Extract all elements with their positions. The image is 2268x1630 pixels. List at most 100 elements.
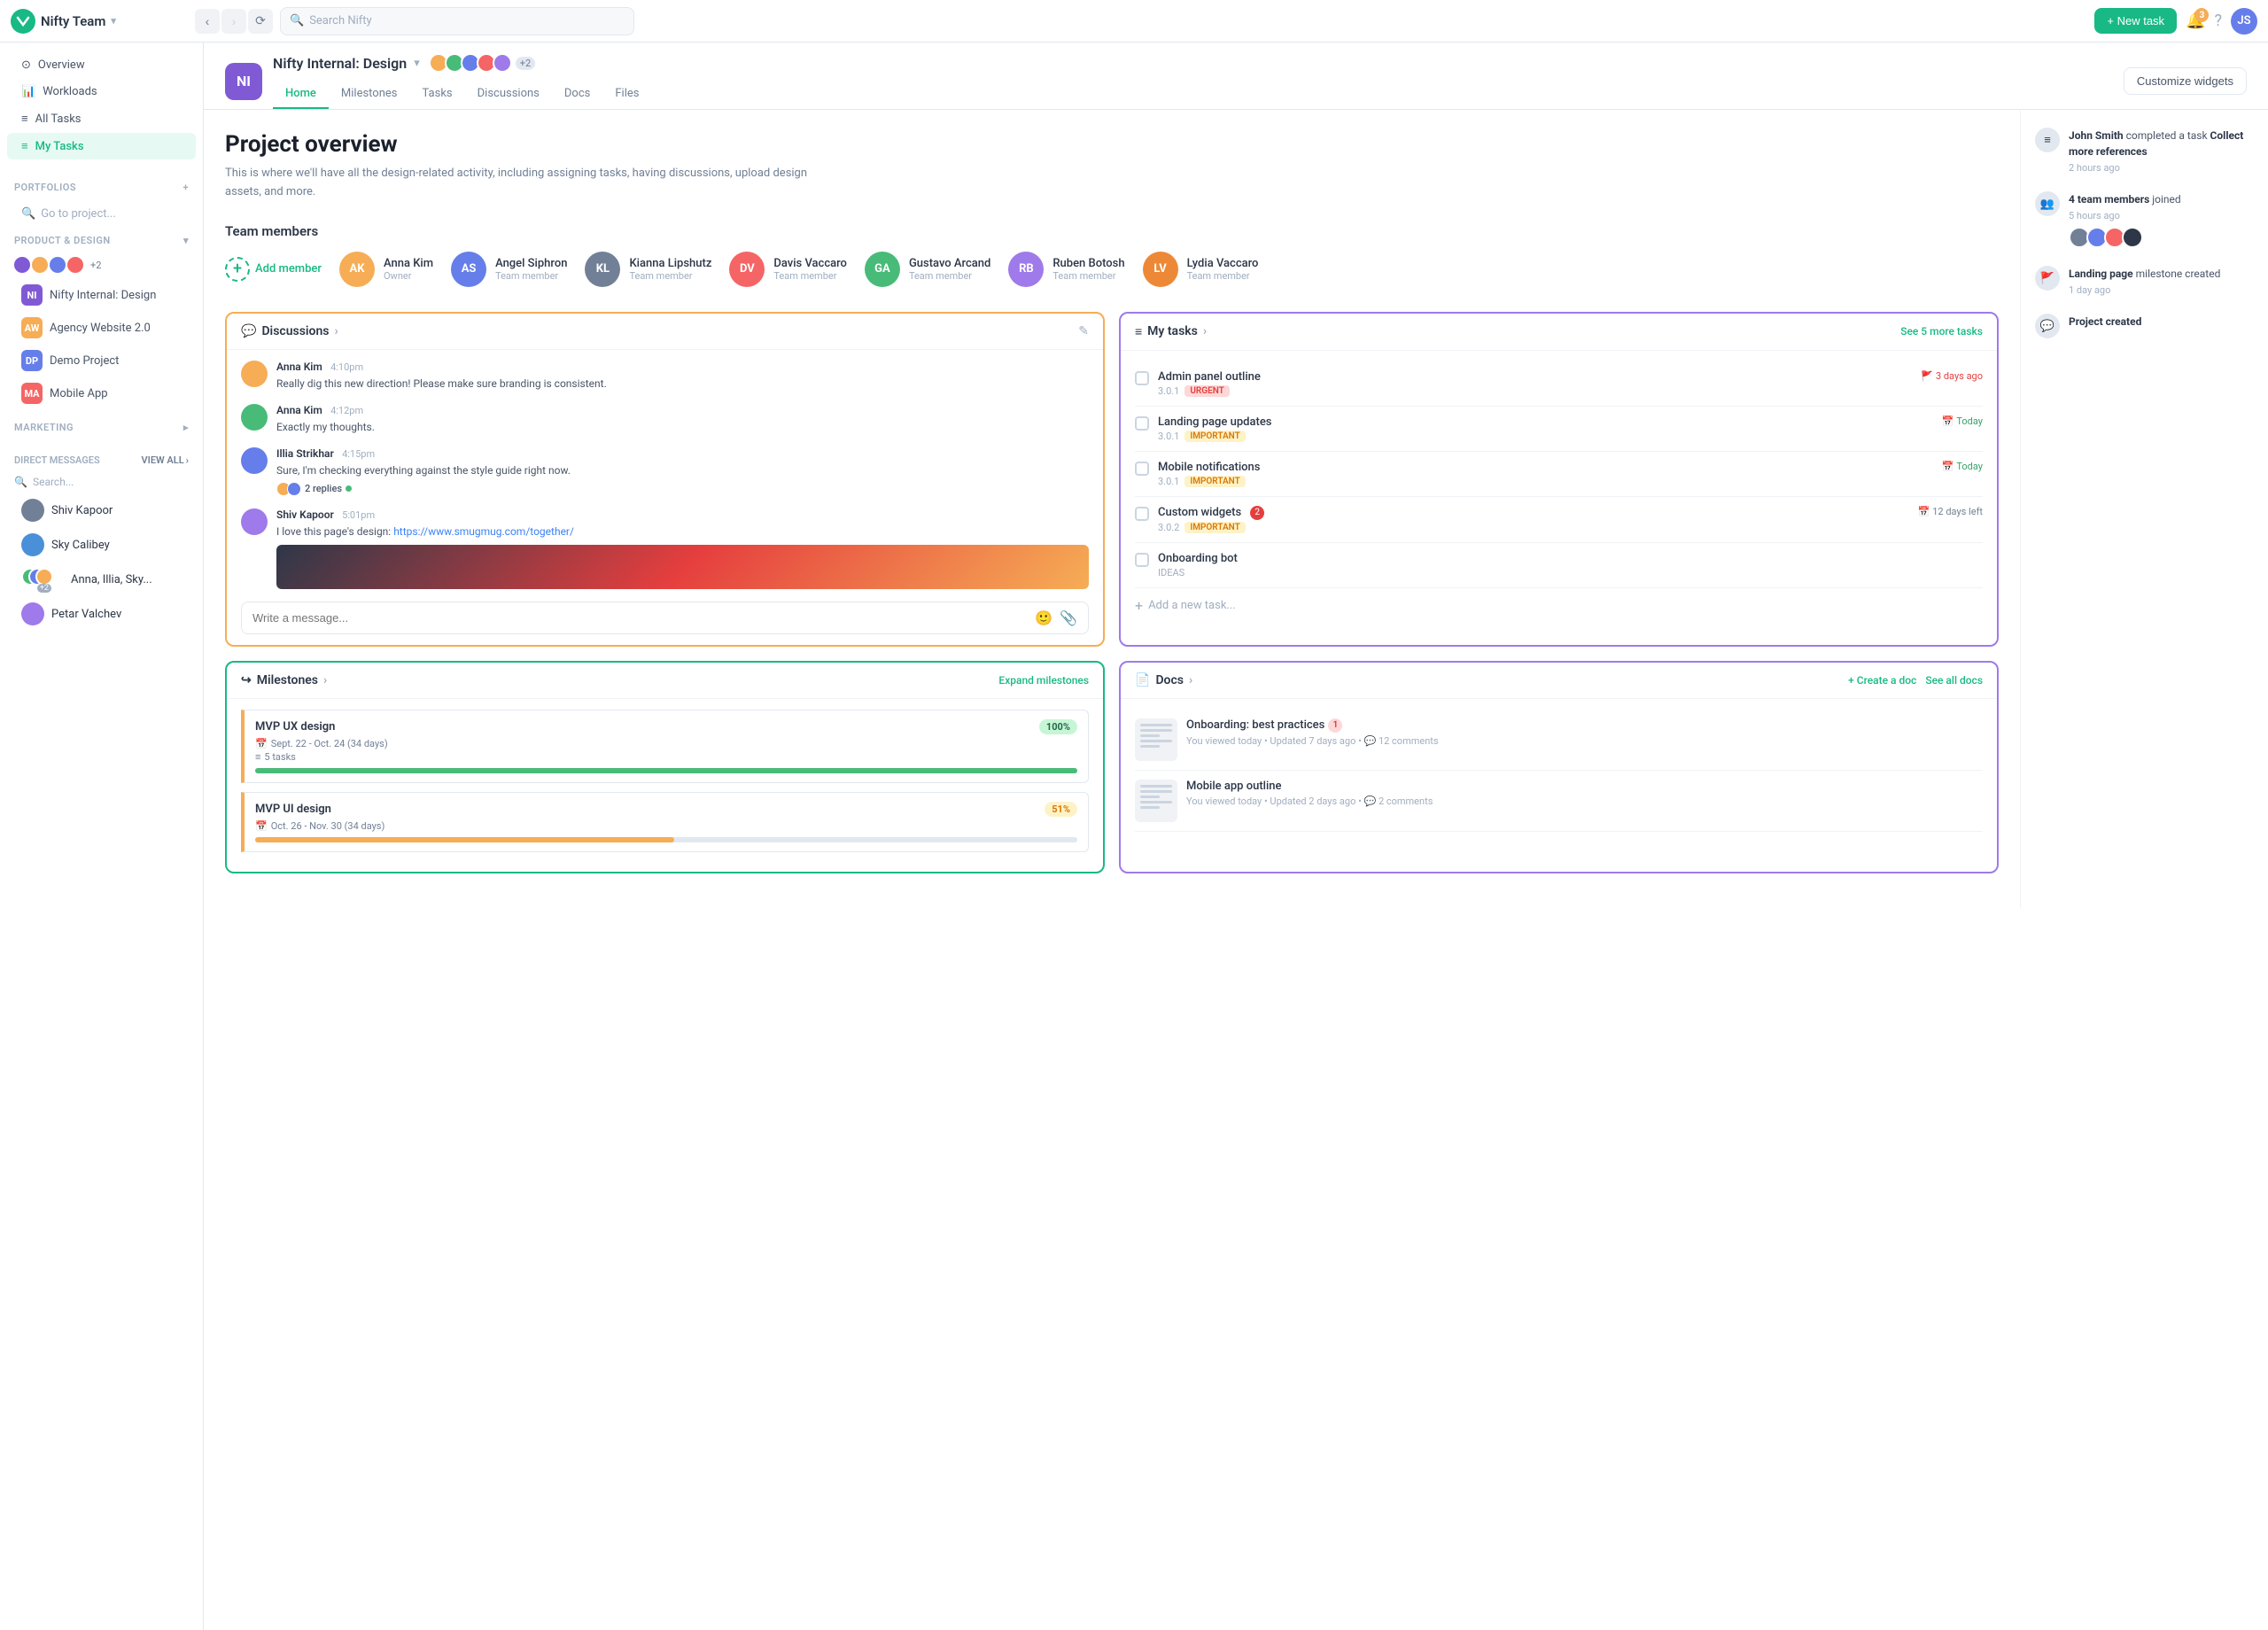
task-item: Landing page updates 3.0.1 IMPORTANT 📅 bbox=[1135, 407, 1983, 452]
sidebar-item-my-tasks[interactable]: ≡ My Tasks bbox=[7, 133, 196, 159]
member-role: Owner bbox=[384, 270, 433, 282]
project-name: Nifty Internal: Design bbox=[50, 289, 156, 302]
task-name: Landing page updates bbox=[1158, 415, 1933, 429]
tab-docs[interactable]: Docs bbox=[552, 80, 602, 109]
msg-text: Really dig this new direction! Please ma… bbox=[276, 376, 607, 392]
member-info: Angel Siphron Team member bbox=[495, 257, 567, 282]
user-avatar[interactable]: JS bbox=[2231, 8, 2257, 35]
member-card-ruben: RB Ruben Botosh Team member bbox=[1008, 252, 1124, 287]
dm-item-group[interactable]: +2 Anna, Illia, Sky... bbox=[7, 563, 196, 596]
page-body: Project overview This is where we'll hav… bbox=[204, 110, 2268, 909]
sidebar-project-aw[interactable]: AW Agency Website 2.0 bbox=[7, 312, 196, 344]
calendar-icon: 📅 bbox=[1918, 506, 1930, 517]
msg-avatar bbox=[241, 404, 268, 431]
member-info: Davis Vaccaro Team member bbox=[773, 257, 847, 282]
sidebar-project-dp[interactable]: DP Demo Project bbox=[7, 345, 196, 376]
msg-link[interactable]: https://www.smugmug.com/together/ bbox=[393, 525, 574, 538]
marketing-header[interactable]: MARKETING ▸ bbox=[0, 416, 203, 439]
discussions-icon: 💬 bbox=[241, 324, 256, 338]
view-all-link[interactable]: View all › bbox=[142, 454, 189, 466]
see-more-tasks-link[interactable]: See 5 more tasks bbox=[1900, 325, 1983, 338]
dm-item-petar[interactable]: Petar Valchev bbox=[7, 597, 196, 631]
msg-avatar bbox=[241, 361, 268, 387]
calendar-icon: 📅 bbox=[1942, 461, 1954, 472]
activity-item: 🚩 Landing page milestone created 1 day a… bbox=[2035, 266, 2254, 296]
task-date: 📅 Today bbox=[1942, 461, 1983, 472]
emoji-icon[interactable]: 🙂 bbox=[1035, 609, 1052, 626]
task-section: IDEAS bbox=[1158, 567, 1184, 578]
task-checkbox[interactable] bbox=[1135, 416, 1149, 431]
new-task-button[interactable]: + New task bbox=[2094, 8, 2177, 34]
member-role: Team member bbox=[773, 270, 847, 282]
add-member-button[interactable]: + Add member bbox=[225, 257, 322, 282]
discussion-message: Anna Kim 4:10pm Really dig this new dire… bbox=[241, 361, 1089, 392]
history-button[interactable]: ⟳ bbox=[248, 9, 273, 34]
discussions-edit-icon[interactable]: ✎ bbox=[1078, 324, 1089, 338]
create-doc-link[interactable]: + Create a doc bbox=[1848, 674, 1916, 687]
member-role: Team member bbox=[909, 270, 990, 282]
milestone-dates: 📅 Sept. 22 - Oct. 24 (34 days) bbox=[255, 738, 1077, 749]
dm-item-sky[interactable]: Sky Calibey bbox=[7, 528, 196, 562]
msg-time: 4:12pm bbox=[330, 405, 363, 416]
sidebar-project-ni[interactable]: NI Nifty Internal: Design bbox=[7, 279, 196, 311]
tab-milestones[interactable]: Milestones bbox=[329, 80, 410, 109]
customize-widgets-button[interactable]: Customize widgets bbox=[2124, 67, 2247, 95]
task-details: Onboarding bot IDEAS bbox=[1158, 552, 1983, 578]
marketing-label: MARKETING bbox=[14, 422, 74, 433]
search-bar[interactable]: 🔍 Search Nifty bbox=[280, 7, 634, 35]
discussions-widget-header: 💬 Discussions › ✎ bbox=[227, 314, 1103, 350]
task-checkbox[interactable] bbox=[1135, 462, 1149, 476]
attachment-icon[interactable]: 📎 bbox=[1060, 609, 1077, 626]
dm-user-name: Anna, Illia, Sky... bbox=[71, 573, 152, 586]
customize-widgets-label: Customize widgets bbox=[2137, 74, 2233, 88]
member-name: Lydia Vaccaro bbox=[1187, 257, 1259, 270]
dm-item-shiv[interactable]: Shiv Kapoor bbox=[7, 493, 196, 527]
project-caret-icon[interactable]: ▾ bbox=[414, 57, 420, 70]
activity-subject: 4 team members bbox=[2069, 193, 2149, 206]
brand[interactable]: Nifty Team ▾ bbox=[11, 9, 188, 34]
doc-meta: You viewed today • Updated 7 days ago • … bbox=[1186, 735, 1439, 747]
discussions-body: Anna Kim 4:10pm Really dig this new dire… bbox=[227, 350, 1103, 645]
activity-time: 2 hours ago bbox=[2069, 162, 2254, 174]
notifications[interactable]: 🔔 3 bbox=[2186, 12, 2205, 30]
see-all-docs-link[interactable]: See all docs bbox=[1925, 674, 1983, 687]
add-portfolio-icon[interactable]: + bbox=[183, 182, 189, 193]
sidebar-item-all-tasks[interactable]: ≡ All Tasks bbox=[7, 105, 196, 132]
dm-search[interactable]: 🔍 Search... bbox=[0, 471, 203, 493]
message-input[interactable] bbox=[252, 611, 1028, 625]
reply-dot bbox=[346, 485, 352, 492]
project-header-left: NI Nifty Internal: Design ▾ bbox=[225, 53, 651, 109]
msg-time: 4:15pm bbox=[342, 448, 375, 460]
sidebar-item-overview[interactable]: ⊙ Overview bbox=[7, 52, 196, 78]
msg-author: Anna Kim bbox=[276, 404, 322, 416]
product-design-header[interactable]: PRODUCT & DESIGN ▾ bbox=[0, 229, 203, 252]
project-title-row: Nifty Internal: Design ▾ +2 bbox=[273, 53, 651, 73]
msg-content: Anna Kim 4:10pm Really dig this new dire… bbox=[276, 361, 607, 392]
sidebar-item-workloads[interactable]: 📊 Workloads bbox=[7, 79, 196, 105]
back-button[interactable]: ‹ bbox=[195, 9, 220, 34]
expand-milestones-link[interactable]: Expand milestones bbox=[998, 674, 1089, 687]
view-all-label: View all bbox=[142, 454, 184, 466]
tab-tasks[interactable]: Tasks bbox=[410, 80, 465, 109]
topbar: Nifty Team ▾ ‹ › ⟳ 🔍 Search Nifty + New … bbox=[0, 0, 2268, 43]
forward-button[interactable]: › bbox=[221, 9, 246, 34]
discussion-message: Anna Kim 4:12pm Exactly my thoughts. bbox=[241, 404, 1089, 435]
member-name: Angel Siphron bbox=[495, 257, 567, 270]
tab-home[interactable]: Home bbox=[273, 80, 329, 109]
tab-files[interactable]: Files bbox=[602, 80, 651, 109]
my-tasks-icon: ≡ bbox=[21, 139, 28, 153]
task-checkbox[interactable] bbox=[1135, 507, 1149, 521]
calendar-icon: 📅 bbox=[255, 738, 268, 749]
add-task-button[interactable]: + Add a new task... bbox=[1135, 588, 1983, 623]
milestone-date-range: Sept. 22 - Oct. 24 (34 days) bbox=[271, 738, 388, 749]
member-card-gustavo: GA Gustavo Arcand Team member bbox=[865, 252, 990, 287]
go-to-project-search[interactable]: 🔍 Go to project... bbox=[7, 202, 196, 226]
task-checkbox[interactable] bbox=[1135, 553, 1149, 567]
dm-user-name: Shiv Kapoor bbox=[51, 504, 113, 517]
msg-time: 4:10pm bbox=[330, 361, 363, 373]
help-icon[interactable]: ? bbox=[2214, 12, 2222, 30]
replies-button[interactable]: 2 replies bbox=[276, 482, 571, 496]
tab-discussions[interactable]: Discussions bbox=[465, 80, 552, 109]
task-checkbox[interactable] bbox=[1135, 371, 1149, 385]
sidebar-project-ma[interactable]: MA Mobile App bbox=[7, 377, 196, 409]
